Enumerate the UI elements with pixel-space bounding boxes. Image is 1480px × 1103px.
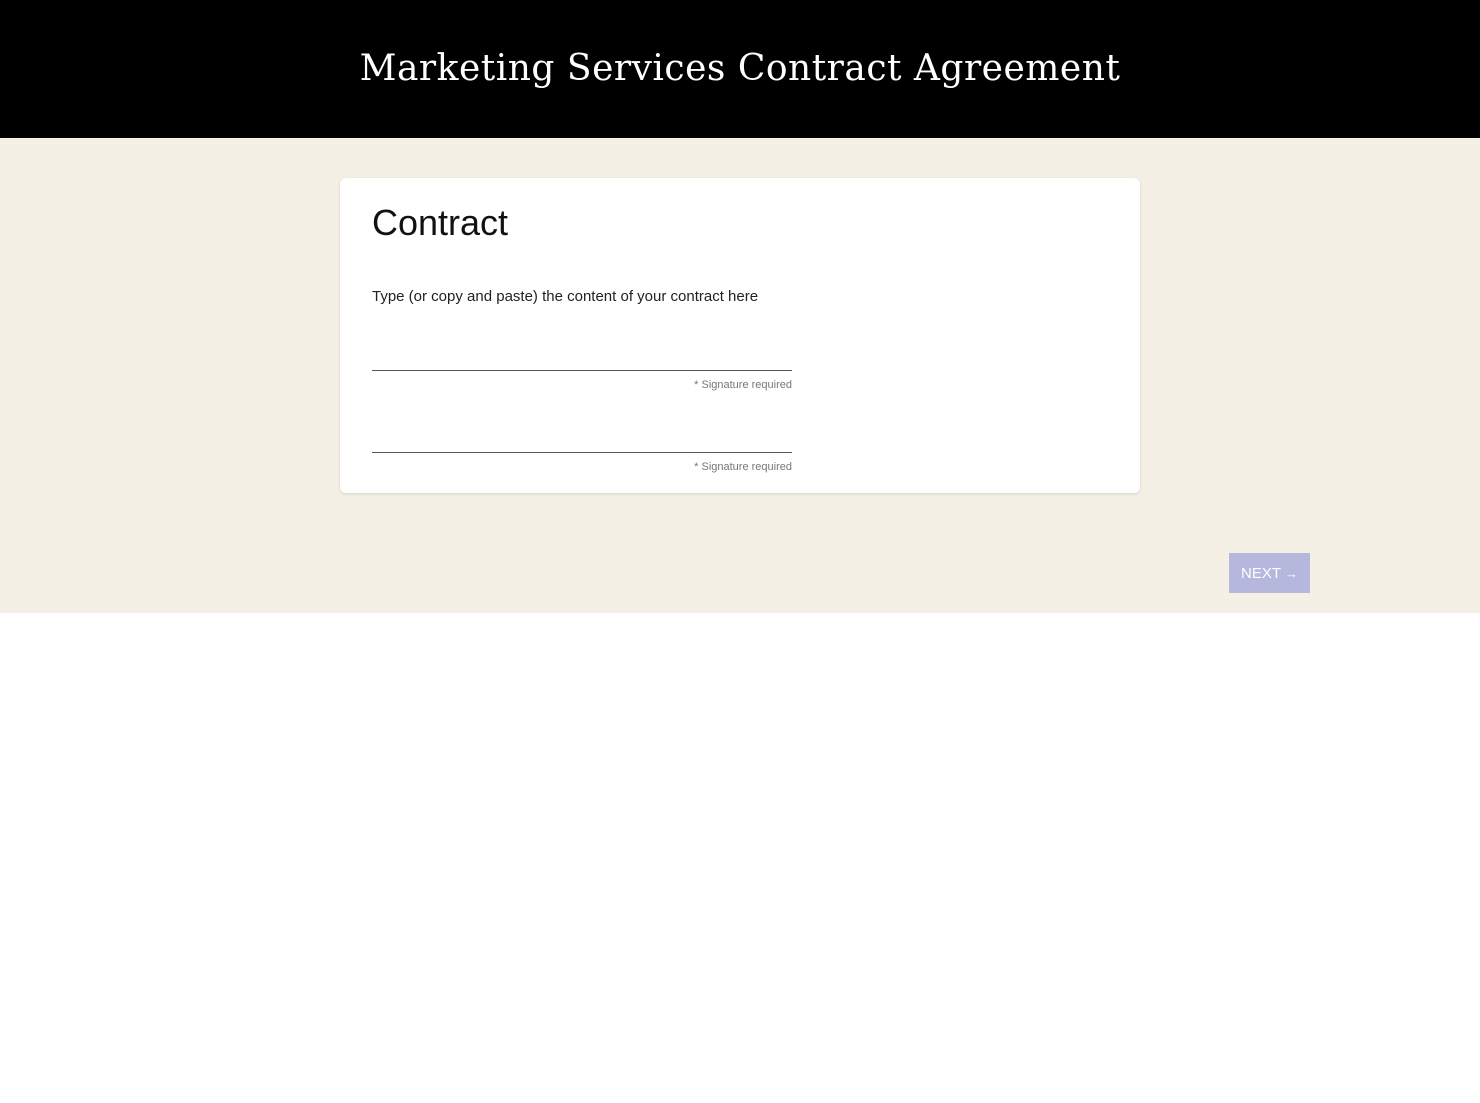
next-button-label: NEXT [1240,564,1281,582]
card-title: Contract [372,202,509,243]
page-header: Marketing Services Contract Agreement [0,0,1480,138]
main-area: Contract Type (or copy and paste) the co… [0,138,1480,613]
arrow-right-icon: → [1285,565,1298,581]
signature-input-2[interactable] [372,418,792,453]
signature-input-1[interactable] [372,336,792,371]
signature-required-note: * Signature required [694,461,792,473]
signature-required-note: * Signature required [694,379,792,391]
contract-description: Type (or copy and paste) the content of … [372,288,759,305]
contract-card: Contract Type (or copy and paste) the co… [340,178,1140,493]
next-button[interactable]: NEXT → [1229,553,1310,593]
page-title: Marketing Services Contract Agreement [359,47,1121,89]
signature-field-1: * Signature required [372,336,792,391]
signature-field-2: * Signature required [372,418,792,473]
